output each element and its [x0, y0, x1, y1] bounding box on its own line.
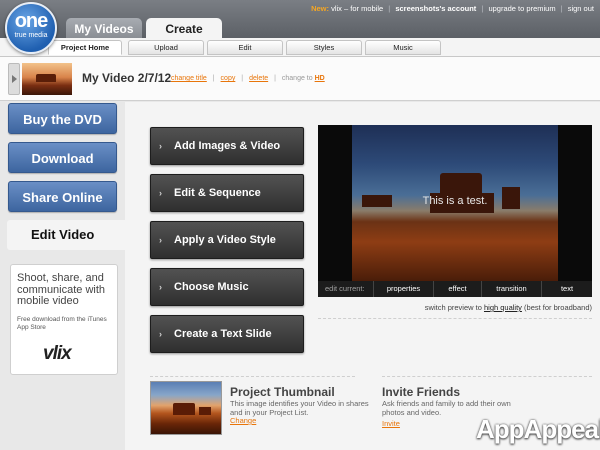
divider — [150, 376, 355, 377]
project-thumbnail-title: Project Thumbnail — [230, 385, 335, 399]
promo-headline: Shoot, share, and communicate with mobil… — [17, 272, 106, 307]
butte-shape — [36, 74, 56, 82]
video-title-bar: My Video 2/7/12 change title | copy | de… — [0, 57, 600, 101]
change-title-link[interactable]: change title — [171, 75, 207, 82]
expand-handle[interactable] — [8, 63, 20, 95]
video-preview[interactable]: This is a test. — [318, 125, 592, 281]
app-header: New: vlix – for mobile | screenshots's a… — [0, 0, 600, 40]
change-to-label: change to — [281, 75, 313, 82]
action-separator: | — [274, 75, 276, 82]
logo-subtext: true media — [14, 32, 48, 39]
action-separator: | — [212, 75, 215, 82]
edit-current-label: edit current: — [325, 284, 365, 293]
nav-separator: | — [560, 4, 563, 13]
invite-link[interactable]: Invite — [382, 419, 400, 428]
one-true-media-logo[interactable]: one true media — [5, 2, 57, 54]
download-button[interactable]: Download — [8, 142, 117, 173]
change-thumbnail-link[interactable]: Change — [230, 416, 256, 425]
share-online-button[interactable]: Share Online — [8, 181, 117, 212]
buy-dvd-button[interactable]: Buy the DVD — [8, 103, 117, 134]
play-arrow-icon — [12, 75, 17, 83]
nav-separator: | — [388, 4, 391, 13]
tab-create[interactable]: Create — [146, 18, 222, 39]
vlix-logo: vlix — [43, 343, 72, 364]
subtab-upload[interactable]: Upload — [128, 40, 204, 55]
chevron-right-icon: › — [159, 282, 162, 292]
subtab-music[interactable]: Music — [365, 40, 441, 55]
subtab-project-home[interactable]: Project Home — [48, 40, 122, 55]
top-nav: New: vlix – for mobile | screenshots's a… — [311, 4, 594, 13]
video-title: My Video 2/7/12 — [82, 71, 172, 85]
edit-sequence-button[interactable]: › Edit & Sequence — [150, 174, 304, 212]
account-link[interactable]: screenshots's account — [395, 4, 476, 13]
delete-link[interactable]: delete — [249, 75, 268, 82]
butte-shape — [199, 407, 211, 415]
add-images-video-button[interactable]: › Add Images & Video — [150, 127, 304, 165]
preview-image: This is a test. — [352, 125, 558, 281]
switch-preview-line: switch preview to high quality (best for… — [318, 303, 592, 312]
nav-separator: | — [481, 4, 484, 13]
chevron-right-icon: › — [159, 235, 162, 245]
preview-overlay-text: This is a test. — [422, 195, 488, 207]
apply-video-style-button[interactable]: › Apply a Video Style — [150, 221, 304, 259]
tab-effect[interactable]: effect — [433, 281, 481, 297]
video-thumbnail — [22, 63, 72, 95]
butte-shape — [173, 403, 195, 415]
action-separator: | — [241, 75, 244, 82]
invite-friends-title: Invite Friends — [382, 385, 461, 399]
project-thumbnail-desc: This image identifies your Video in shar… — [230, 399, 369, 417]
broadband-note: (best for broadband) — [524, 303, 592, 312]
new-label: New: — [311, 4, 329, 13]
subtab-styles[interactable]: Styles — [286, 40, 362, 55]
video-actions: change title | copy | delete | change to… — [171, 75, 325, 82]
divider — [382, 376, 592, 377]
switch-preview-text: switch preview to — [424, 303, 482, 312]
copy-link[interactable]: copy — [221, 75, 236, 82]
promo-subtext: Free download from the iTunes App Store — [17, 315, 107, 331]
chevron-right-icon: › — [159, 188, 162, 198]
step-label: Create a Text Slide — [174, 328, 272, 340]
step-label: Add Images & Video — [174, 140, 281, 152]
tab-properties[interactable]: properties — [373, 281, 433, 297]
step-label: Choose Music — [174, 281, 249, 293]
project-thumbnail-image — [150, 381, 222, 435]
sub-nav: Project Home Upload Edit Styles Music — [0, 38, 600, 57]
choose-music-button[interactable]: › Choose Music — [150, 268, 304, 306]
tab-transition[interactable]: transition — [481, 281, 541, 297]
subtab-edit[interactable]: Edit — [207, 40, 283, 55]
chevron-right-icon: › — [159, 329, 162, 339]
create-text-slide-button[interactable]: › Create a Text Slide — [150, 315, 304, 353]
appappeal-watermark: AppAppeal — [476, 414, 600, 444]
high-quality-link[interactable]: high quality — [484, 303, 522, 312]
hd-link[interactable]: HD — [315, 75, 325, 82]
tab-my-videos[interactable]: My Videos — [66, 18, 142, 40]
edit-current-bar: edit current: properties effect transiti… — [318, 281, 592, 297]
divider — [318, 318, 592, 319]
vlix-promo[interactable]: Shoot, share, and communicate with mobil… — [10, 264, 118, 375]
logo-text: one — [14, 10, 49, 32]
edit-video-tab[interactable]: Edit Video — [7, 220, 125, 250]
vlix-mobile-link[interactable]: vlix – for mobile — [331, 4, 383, 13]
upgrade-link[interactable]: upgrade to premium — [488, 4, 555, 13]
signout-link[interactable]: sign out — [568, 4, 594, 13]
step-label: Apply a Video Style — [174, 234, 276, 246]
step-label: Edit & Sequence — [174, 187, 261, 199]
chevron-right-icon: › — [159, 141, 162, 151]
tab-text[interactable]: text — [541, 281, 592, 297]
